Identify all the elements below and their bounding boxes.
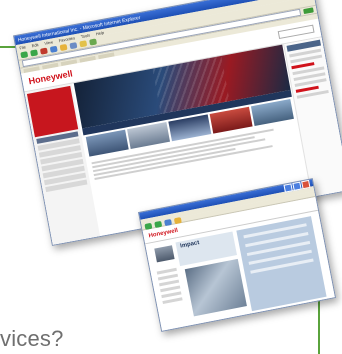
back-icon: [20, 50, 29, 58]
small-left-nav: [156, 265, 183, 307]
stage: Honeywell International Inc. - Microsoft…: [0, 0, 342, 354]
forward-icon: [30, 48, 38, 57]
header-image: [154, 245, 175, 263]
connector-line-right: [318, 294, 320, 354]
feature-photo: [184, 258, 247, 317]
search-icon: [69, 41, 78, 49]
caption-text: vices?: [0, 326, 64, 351]
side-panel: [236, 216, 327, 312]
history-icon: [88, 37, 97, 46]
go-button: [303, 7, 314, 15]
home-icon: [59, 43, 68, 51]
promo-box: [26, 85, 79, 138]
refresh-icon: [49, 45, 58, 53]
favorites-icon: [79, 39, 88, 47]
minimize-icon: [283, 182, 293, 193]
maximize-icon: [292, 181, 302, 191]
stop-icon: [39, 47, 48, 55]
close-icon: [301, 179, 311, 189]
site-search-box: [277, 24, 315, 40]
